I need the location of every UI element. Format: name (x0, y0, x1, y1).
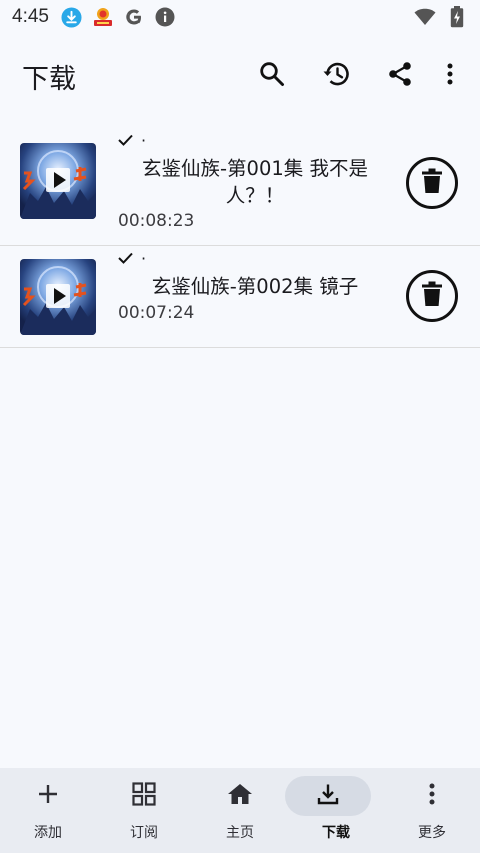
episode-duration: 00:07:24 (118, 303, 195, 323)
download-status: · (118, 131, 146, 150)
search-icon (259, 61, 285, 91)
delete-button[interactable] (406, 157, 458, 209)
notification-icons (61, 6, 176, 28)
download-icon (317, 783, 339, 809)
nav-label: 更多 (418, 825, 446, 841)
episode-thumbnail[interactable] (20, 259, 96, 335)
trash-icon (421, 281, 443, 311)
nav-downloads-indicator (285, 776, 371, 816)
app-notification-icon (92, 6, 114, 28)
grid-icon (132, 782, 156, 810)
search-button[interactable] (240, 48, 304, 104)
nav-more[interactable]: 更多 (384, 768, 480, 853)
download-item[interactable]: · 玄鉴仙族-第002集 镜子 00:07:24 (0, 246, 480, 348)
check-icon (118, 249, 133, 268)
download-status: · (118, 249, 146, 268)
plus-icon (37, 783, 59, 809)
nav-more-indicator (398, 776, 466, 816)
home-icon (227, 783, 253, 809)
episode-title: 玄鉴仙族-第002集 镜子 (151, 275, 359, 298)
nav-label: 添加 (34, 825, 62, 841)
download-item[interactable]: · 玄鉴仙族-第001集 我不是人？！ 00:08:23 (0, 128, 480, 246)
nav-label: 订阅 (130, 825, 158, 841)
download-list: · 玄鉴仙族-第001集 我不是人？！ 00:08:23 · 玄鉴仙族-第002… (0, 128, 480, 348)
more-vert-icon (429, 783, 435, 809)
share-icon (387, 61, 413, 91)
more-options-button[interactable] (432, 48, 468, 104)
nav-label: 下载 (322, 825, 350, 841)
bottom-navigation: 添加 订阅 主页 下载 更多 (0, 768, 480, 853)
google-icon (123, 6, 145, 28)
history-button[interactable] (304, 48, 368, 104)
episode-duration: 00:08:23 (118, 211, 195, 231)
info-icon (154, 6, 176, 28)
nav-home[interactable]: 主页 (192, 768, 288, 853)
status-dot: · (141, 249, 147, 268)
app-bar: 下载 (0, 40, 480, 112)
nav-label: 主页 (226, 825, 254, 841)
episode-title: 玄鉴仙族-第001集 我不是人？！ (142, 157, 368, 207)
wifi-icon (414, 6, 436, 28)
status-dot: · (141, 131, 147, 150)
nav-subscriptions[interactable]: 订阅 (96, 768, 192, 853)
download-notification-icon (61, 6, 83, 28)
nav-add-indicator (14, 776, 82, 816)
share-button[interactable] (368, 48, 432, 104)
page-title: 下载 (22, 63, 76, 95)
delete-button[interactable] (406, 270, 458, 322)
app-bar-actions (240, 48, 480, 104)
battery-charging-icon (446, 6, 468, 28)
more-vert-icon (447, 63, 453, 89)
status-bar: 4:45 (0, 0, 480, 34)
system-icons (414, 6, 468, 28)
episode-thumbnail[interactable] (20, 143, 96, 219)
status-time: 4:45 (12, 6, 49, 27)
trash-icon (421, 168, 443, 198)
nav-subscriptions-indicator (110, 776, 178, 816)
nav-add[interactable]: 添加 (0, 768, 96, 853)
nav-downloads[interactable]: 下载 (285, 768, 384, 853)
history-icon (322, 61, 350, 91)
nav-home-indicator (206, 776, 274, 816)
check-icon (118, 131, 133, 150)
